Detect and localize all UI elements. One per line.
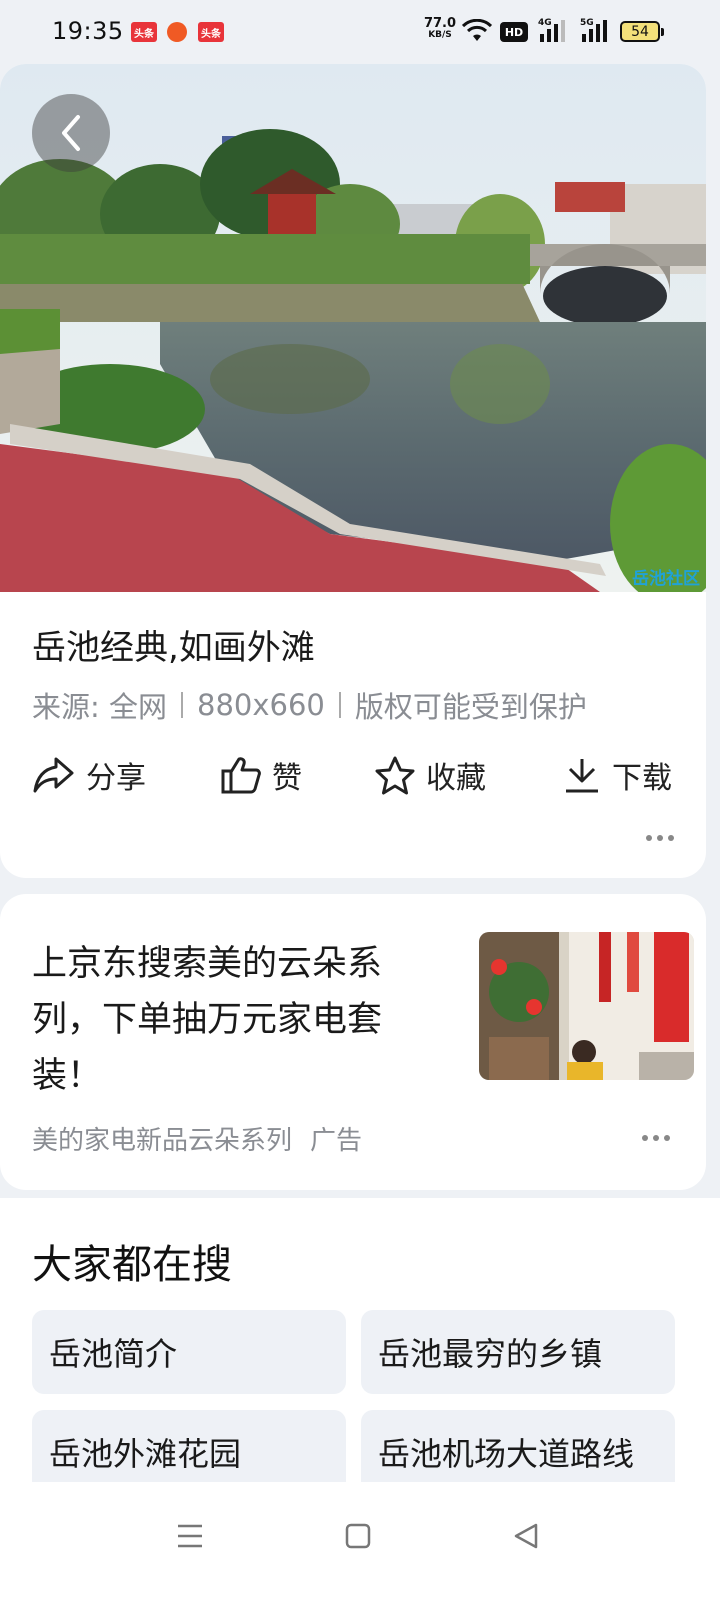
network-speed: 77.0 KB/S [423, 17, 457, 41]
favorite-button[interactable]: 收藏 [374, 752, 486, 798]
download-label: 下载 [612, 761, 672, 796]
download-icon [566, 759, 598, 793]
ad-card[interactable]: 上京东搜索美的云朵系列，下单抽万元家电套装！ 美的家电新品云朵系列 广告 [0, 894, 706, 1190]
back-nav-button[interactable] [496, 1510, 556, 1562]
square-icon [345, 1523, 371, 1549]
share-label: 分享 [86, 761, 146, 796]
wifi-icon [462, 19, 492, 41]
battery-icon: 54 [620, 21, 664, 42]
related-searches: 大家都在搜 岳池简介 岳池最穷的乡镇 岳池外滩花园 岳池机场大道路线 [0, 1198, 720, 1494]
star-icon [375, 756, 415, 795]
recent-apps-button[interactable] [160, 1510, 220, 1562]
home-button[interactable] [328, 1510, 388, 1562]
meta-divider-2 [338, 692, 341, 718]
network-speed-unit: KB/S [428, 30, 452, 40]
image-detail-card: 岳池社区 岳池经典,如画外滩 来源: 全网 880x660 版权可能受到保护 分… [0, 64, 706, 878]
like-label: 赞 [272, 761, 302, 796]
share-button[interactable]: 分享 [32, 752, 146, 798]
signal-4g-icon: 4G [538, 18, 570, 48]
status-time: 19:35 [52, 17, 124, 45]
favorite-label: 收藏 [426, 761, 486, 796]
download-button[interactable]: 下载 [562, 752, 672, 798]
system-nav-bar [0, 1482, 720, 1600]
hd-voice-icon: HD [500, 22, 528, 42]
photo-title: 岳池经典,如画外滩 [32, 628, 315, 668]
search-chip[interactable]: 岳池简介 [32, 1310, 346, 1394]
ad-advertiser: 美的家电新品云朵系列 [32, 1126, 293, 1156]
thumbs-up-icon [221, 757, 261, 794]
ad-source: 美的家电新品云朵系列 广告 [32, 1120, 362, 1157]
triangle-back-icon [514, 1523, 538, 1549]
toutiao-notification-icon: 头条 [131, 22, 157, 42]
ad-more-options-icon[interactable] [636, 1126, 676, 1150]
photo-meta: 来源: 全网 880x660 版权可能受到保护 [32, 684, 587, 726]
signal-5g-icon: 5G [580, 18, 612, 48]
menu-icon [178, 1524, 202, 1548]
share-icon [33, 757, 74, 793]
photo-size: 880x660 [197, 688, 325, 722]
photo-source: 来源: 全网 [32, 690, 167, 724]
ad-thumbnail[interactable] [479, 932, 694, 1080]
photo-watermark: 岳池社区 [632, 569, 700, 589]
signal-5g-label: 5G [580, 18, 594, 28]
search-chip[interactable]: 岳池最穷的乡镇 [361, 1310, 675, 1394]
ad-headline[interactable]: 上京东搜索美的云朵系列，下单抽万元家电套装！ [32, 936, 412, 1104]
like-button[interactable]: 赞 [220, 752, 302, 798]
chevron-left-icon [62, 115, 80, 151]
signal-4g-label: 4G [538, 18, 552, 28]
back-button[interactable] [32, 94, 110, 172]
app-notification-icon [167, 22, 187, 42]
more-options-icon[interactable] [640, 826, 680, 850]
ad-label: 广告 [310, 1126, 363, 1156]
network-speed-value: 77.0 [423, 16, 457, 31]
section-title: 大家都在搜 [32, 1242, 232, 1288]
status-bar: 19:35 头条 头条 77.0 KB/S HD 4G 5G 54 [0, 0, 720, 64]
copyright-notice: 版权可能受到保护 [354, 690, 587, 724]
meta-divider [181, 692, 183, 718]
toutiao-notification-icon-2: 头条 [198, 22, 224, 42]
